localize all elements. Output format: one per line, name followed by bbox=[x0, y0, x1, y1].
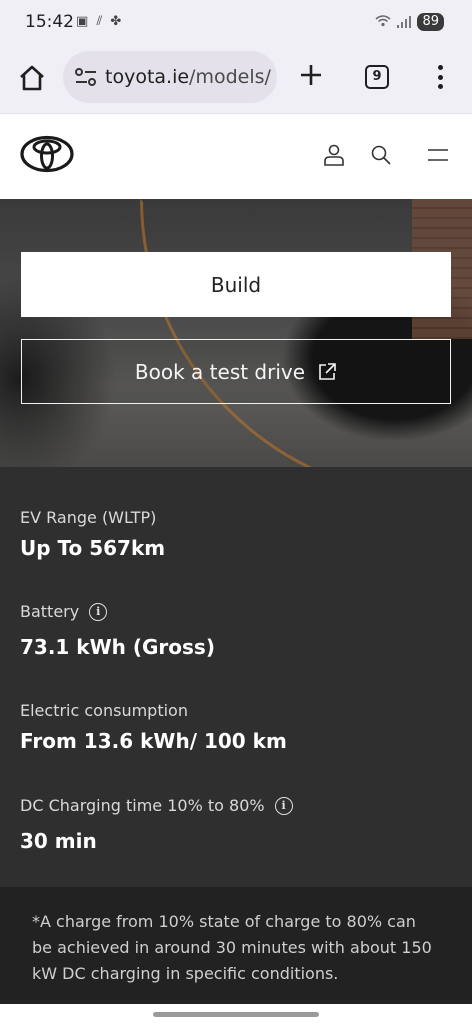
screenshot-icon: ▣ bbox=[76, 14, 91, 29]
spec-value-consumption: From 13.6 kWh/ 100 km bbox=[20, 729, 287, 753]
status-notification-icons: ▣ ⫽ ✤ bbox=[76, 14, 123, 29]
book-test-drive-label: Book a test drive bbox=[134, 359, 306, 384]
spec-value-battery: 73.1 kWh (Gross) bbox=[20, 635, 215, 659]
browser-toolbar: toyota.ie/models/ 9 bbox=[0, 48, 472, 114]
hashtag-icon: ⫽ bbox=[96, 14, 105, 29]
user-icon bbox=[324, 144, 344, 166]
build-button[interactable]: Build bbox=[21, 252, 451, 317]
home-icon bbox=[20, 65, 44, 91]
site-header bbox=[0, 115, 472, 199]
info-icon[interactable]: i bbox=[89, 602, 108, 621]
hero-banner: Build Book a test drive bbox=[0, 199, 472, 467]
spec-label-text: DC Charging time 10% to 80% bbox=[20, 796, 265, 815]
book-test-drive-button[interactable]: Book a test drive bbox=[21, 339, 451, 404]
spec-value-dc-charging: 30 min bbox=[20, 829, 97, 853]
spec-label-text: Electric consumption bbox=[20, 701, 188, 720]
home-button[interactable] bbox=[18, 64, 46, 92]
search-icon bbox=[371, 145, 391, 165]
site-settings-icon[interactable] bbox=[75, 68, 97, 86]
system-nav-bar bbox=[0, 1004, 472, 1024]
spec-value-range: Up To 567km bbox=[20, 536, 166, 560]
spec-label-battery: Battery i bbox=[20, 602, 108, 621]
spec-label-dc-charging: DC Charging time 10% to 80% i bbox=[20, 796, 293, 815]
charging-footnote: *A charge from 10% state of charge to 80… bbox=[0, 887, 472, 1004]
signal-icon bbox=[397, 16, 412, 28]
fan-icon: ✤ bbox=[110, 14, 124, 29]
new-tab-button[interactable] bbox=[296, 62, 326, 92]
hero-charging-cable bbox=[140, 199, 472, 467]
info-icon[interactable]: i bbox=[274, 796, 293, 815]
spec-label-consumption: Electric consumption bbox=[20, 701, 188, 720]
site-search-button[interactable] bbox=[369, 143, 393, 167]
external-link-icon bbox=[319, 362, 336, 380]
battery-indicator: 89 bbox=[417, 13, 444, 31]
wifi-icon bbox=[375, 14, 391, 30]
spec-label-range: EV Range (WLTP) bbox=[20, 508, 156, 527]
url-host: toyota.ie bbox=[105, 66, 190, 88]
status-time: 15:42 bbox=[25, 12, 74, 32]
url-text: toyota.ie/models/ bbox=[105, 66, 271, 88]
plus-icon bbox=[301, 65, 321, 85]
status-right: 89 bbox=[375, 13, 444, 31]
spec-label-text: EV Range (WLTP) bbox=[20, 508, 157, 527]
spec-label-text: Battery bbox=[20, 602, 80, 621]
site-menu-button[interactable] bbox=[426, 143, 450, 167]
status-bar: 15:42 ▣ ⫽ ✤ 89 bbox=[0, 0, 472, 48]
ev-specs-panel: EV Range (WLTP) Up To 567km Battery i 73… bbox=[0, 467, 472, 887]
address-bar[interactable]: toyota.ie/models/ bbox=[63, 51, 277, 103]
account-button[interactable] bbox=[322, 143, 346, 167]
tab-switcher-button[interactable]: 9 bbox=[365, 65, 389, 89]
gesture-handle[interactable] bbox=[153, 1012, 319, 1017]
hamburger-menu-icon bbox=[428, 149, 448, 161]
browser-menu-button[interactable] bbox=[432, 62, 448, 92]
toyota-logo[interactable] bbox=[20, 135, 74, 173]
url-path: /models/ bbox=[189, 66, 271, 88]
